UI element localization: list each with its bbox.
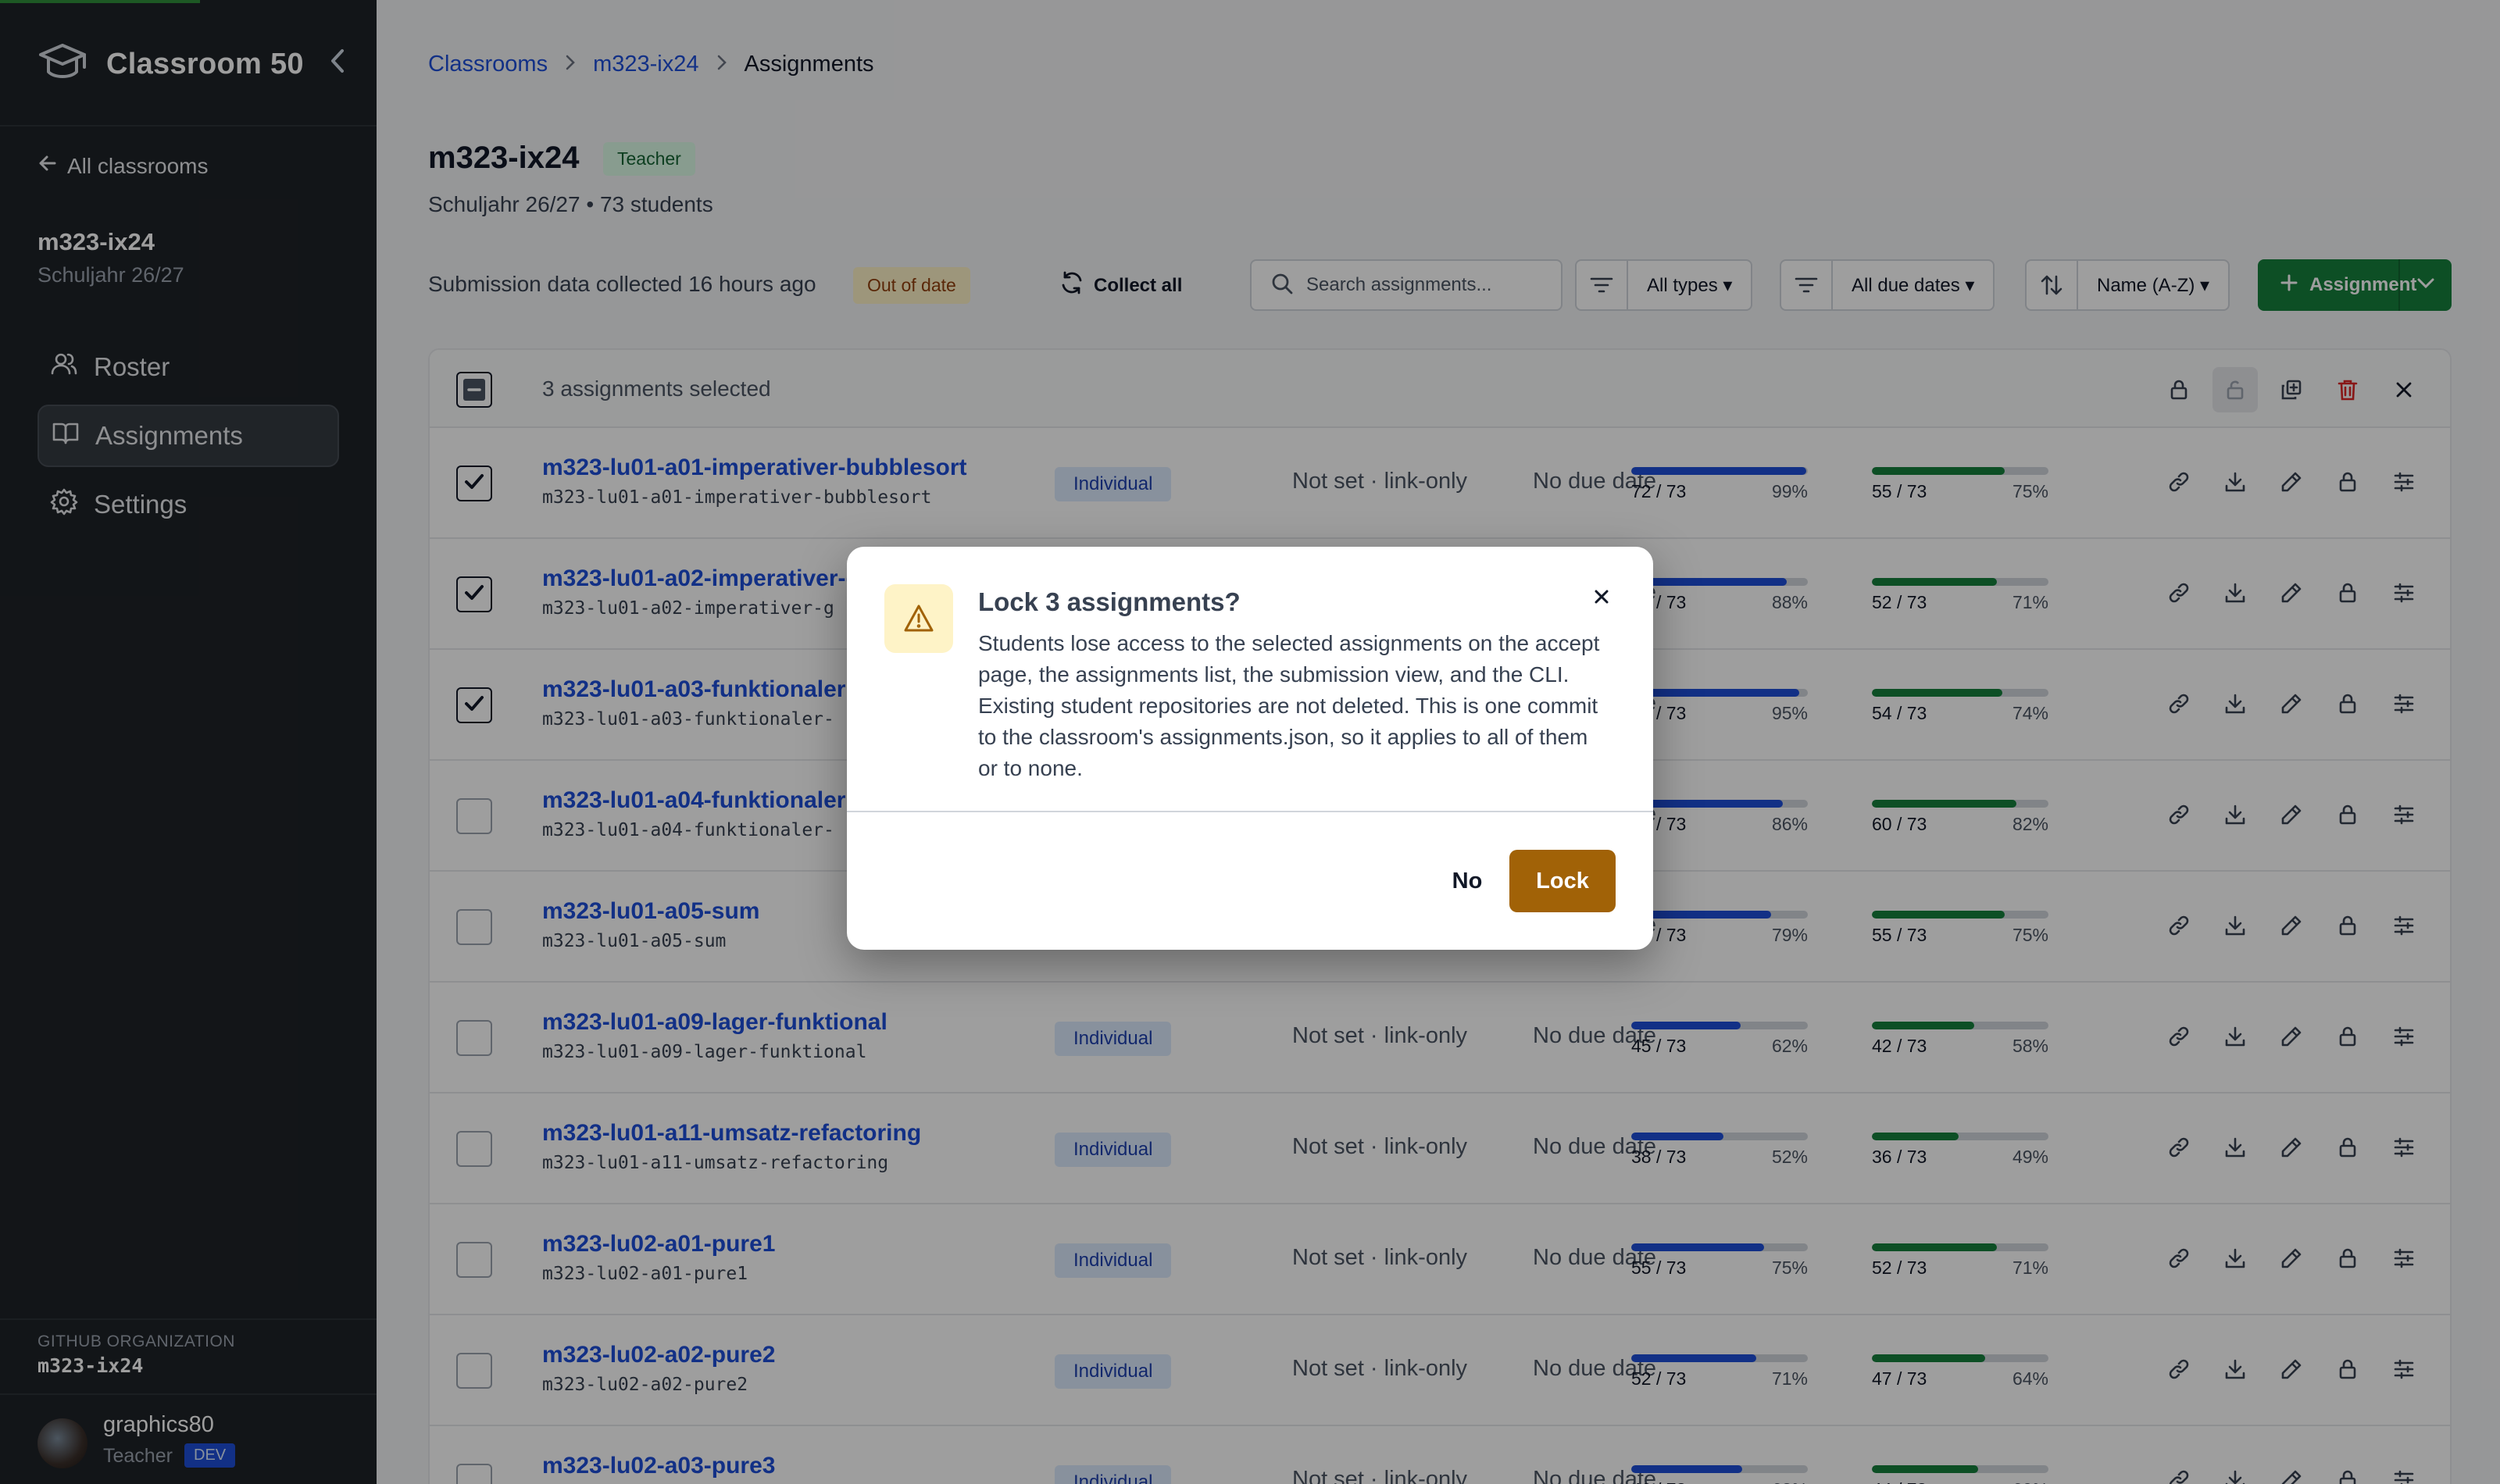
confirm-lock-button[interactable]: Lock	[1509, 850, 1616, 912]
dialog-body: Students lose access to the selected ass…	[978, 631, 1600, 780]
lock-confirm-dialog: Lock 3 assignments? Students lose access…	[847, 547, 1653, 950]
close-icon[interactable]	[1583, 578, 1620, 615]
dialog-divider	[847, 811, 1653, 812]
warning-icon	[884, 584, 953, 653]
dialog-title: Lock 3 assignments?	[978, 587, 1241, 616]
cancel-button[interactable]: No	[1430, 850, 1505, 912]
